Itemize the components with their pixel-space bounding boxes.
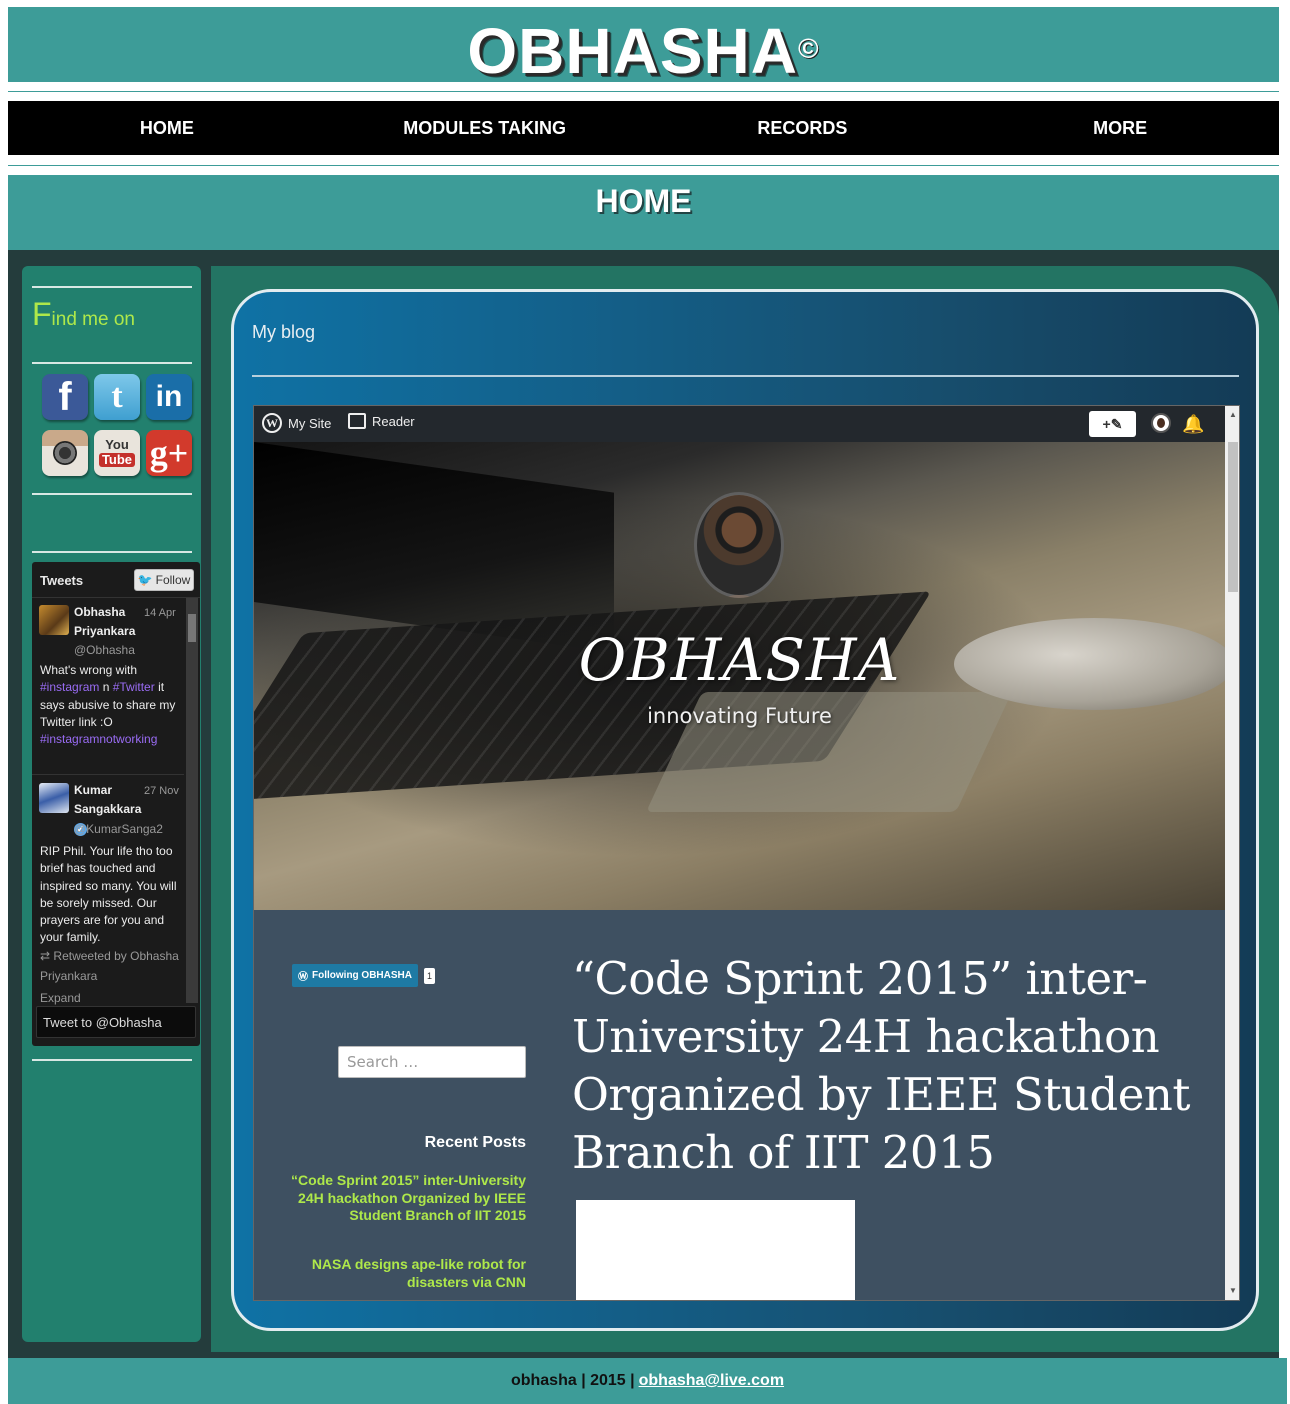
divider xyxy=(32,1059,192,1061)
tweet-item: Obhasha Priyankara 14 Apr @Obhasha What's… xyxy=(32,598,184,775)
hashtag-link[interactable]: #instagram xyxy=(40,680,99,694)
blog-search-input[interactable]: Search … xyxy=(338,1046,526,1078)
tweet-author-line: Kumar xyxy=(74,783,113,797)
expand-link[interactable]: Expand xyxy=(40,988,81,1008)
tweet-author-line: Sangakkara xyxy=(74,802,142,816)
page-title: HOME xyxy=(595,183,692,219)
wordpress-icon: Ⓦ xyxy=(298,972,308,983)
nav-home[interactable]: HOME xyxy=(8,101,326,155)
avatar[interactable] xyxy=(39,605,69,635)
avatar[interactable] xyxy=(39,783,69,813)
tweet-text-part: n xyxy=(99,680,113,695)
wordpress-admin-bar: W My Site Reader +✎ 🔔 xyxy=(254,406,1225,442)
nav-records[interactable]: RECORDS xyxy=(644,101,962,155)
reader-label: Reader xyxy=(372,413,415,429)
divider xyxy=(8,165,1279,166)
tweet-handle: @Obhasha xyxy=(74,643,135,657)
blog-avatar[interactable] xyxy=(694,492,784,598)
tweet-text: What's wrong with #instagram n #Twitter … xyxy=(40,662,180,748)
notifications-icon[interactable]: 🔔 xyxy=(1182,414,1204,435)
divider xyxy=(32,286,192,288)
following-label: Ⓦ Following OBHASHA xyxy=(292,964,418,987)
tweet-date[interactable]: 27 Nov xyxy=(144,783,179,800)
tweets-scrollbar-thumb[interactable] xyxy=(188,614,196,642)
tweet-date[interactable]: 14 Apr xyxy=(144,605,176,622)
linkedin-icon[interactable]: in xyxy=(146,374,192,420)
site-footer: obhasha | 2015 | obhasha@live.com xyxy=(8,1358,1287,1404)
following-badge[interactable]: Ⓦ Following OBHASHA 1 xyxy=(292,964,436,987)
find-me-heading: Find me on xyxy=(32,296,135,333)
user-avatar-icon[interactable] xyxy=(1151,413,1171,433)
blog-content: Ⓦ Following OBHASHA 1 Search … Recent Pos… xyxy=(254,910,1225,1300)
divider xyxy=(252,375,1239,377)
tweet-author-line: Priyankara xyxy=(74,624,136,638)
divider xyxy=(32,493,192,495)
wordpress-icon: W xyxy=(262,413,282,433)
retweet-text: Retweeted by Obhasha Priyankara xyxy=(40,949,179,983)
twitter-icon[interactable]: t xyxy=(94,374,140,420)
tweet-item: Kumar Sangakkara ✓ 27 Nov @KumarSanga2 RI… xyxy=(32,776,184,1008)
divider xyxy=(32,362,192,364)
tweet-to-button[interactable]: Tweet to @Obhasha xyxy=(36,1006,196,1038)
reader-link[interactable]: Reader xyxy=(348,413,415,429)
my-site-link[interactable]: W My Site xyxy=(262,413,331,433)
following-text: Following OBHASHA xyxy=(312,970,412,981)
nav-more[interactable]: MORE xyxy=(961,101,1279,155)
post-image[interactable] xyxy=(576,1200,855,1300)
scroll-up-arrow-icon[interactable]: ▲ xyxy=(1229,410,1237,419)
copyright-mark: © xyxy=(797,33,820,64)
tweets-title: Tweets xyxy=(40,573,84,588)
tweets-header: Tweets 🐦 Follow xyxy=(32,562,200,598)
hashtag-link[interactable]: #instagramnotworking xyxy=(40,732,157,746)
googleplus-icon[interactable]: g+ xyxy=(146,430,192,476)
footer-email-link[interactable]: obhasha@live.com xyxy=(639,1372,784,1390)
blog-header-image: OBHASHA innovating Future xyxy=(254,442,1225,910)
follow-label: Follow xyxy=(155,573,191,587)
tweets-scrollbar[interactable] xyxy=(186,598,198,1003)
find-me-text: ind me on xyxy=(51,309,135,330)
page-header: HOME xyxy=(8,175,1279,250)
site-header: OBHASHA© xyxy=(8,7,1279,83)
blog-heading: My blog xyxy=(252,322,316,342)
bird-icon: 🐦 xyxy=(137,573,153,587)
recent-posts-heading: Recent Posts xyxy=(424,1134,526,1151)
divider xyxy=(8,91,1279,92)
write-post-button[interactable]: +✎ xyxy=(1089,411,1136,437)
find-me-initial: F xyxy=(32,296,52,332)
hashtag-link[interactable]: #Twitter xyxy=(113,680,155,694)
site-title: OBHASHA© xyxy=(8,19,1279,83)
post-title[interactable]: “Code Sprint 2015” inter-University 24H … xyxy=(572,950,1212,1182)
recent-post-link[interactable]: “Code Sprint 2015” inter-University 24H … xyxy=(284,1172,526,1225)
reader-icon xyxy=(348,413,366,429)
facebook-icon[interactable]: f xyxy=(42,374,88,420)
follower-count: 1 xyxy=(424,967,436,984)
retweet-info: ⇄ Retweeted by Obhasha Priyankara xyxy=(40,946,180,986)
page-root: OBHASHA© HOME MODULES TAKING RECORDS MOR… xyxy=(0,0,1290,1404)
nav-modules-taking[interactable]: MODULES TAKING xyxy=(326,101,644,155)
twitter-follow-button[interactable]: 🐦 Follow xyxy=(134,569,194,591)
blog-iframe: W My Site Reader +✎ 🔔 OBHASHA innovating… xyxy=(253,405,1240,1301)
main-nav: HOME MODULES TAKING RECORDS MORE xyxy=(8,101,1279,155)
iframe-scrollbar-thumb[interactable] xyxy=(1228,442,1238,592)
tweet-author-line: Obhasha xyxy=(74,605,126,619)
blog-tagline: innovating Future xyxy=(647,704,832,728)
instagram-icon[interactable] xyxy=(42,430,88,476)
blog-site-title[interactable]: OBHASHA xyxy=(254,626,1225,694)
youtube-icon[interactable]: You Tube xyxy=(94,430,140,476)
site-title-text: OBHASHA xyxy=(467,15,798,87)
sidebar: Find me on f t in You Tube g+ Tweets 🐦 Fol… xyxy=(22,266,201,1342)
twitter-timeline-widget: Tweets 🐦 Follow Obhasha Priyankara 14 Apr … xyxy=(32,562,200,1046)
scroll-down-arrow-icon[interactable]: ▼ xyxy=(1229,1286,1237,1295)
tweet-text: RIP Phil. Your life tho too brief has to… xyxy=(40,844,177,945)
footer-text: obhasha | 2015 | xyxy=(510,1372,635,1389)
my-site-label: My Site xyxy=(288,415,332,431)
recent-post-link[interactable]: NASA designs ape-like robot for disaster… xyxy=(284,1256,526,1291)
tweet-author[interactable]: Obhasha Priyankara xyxy=(74,603,144,641)
tweet-handle: @KumarSanga2 xyxy=(74,822,163,836)
tweet-text-part: What's wrong with xyxy=(40,663,137,677)
divider xyxy=(32,551,192,553)
retweet-icon: ⇄ xyxy=(40,949,51,963)
